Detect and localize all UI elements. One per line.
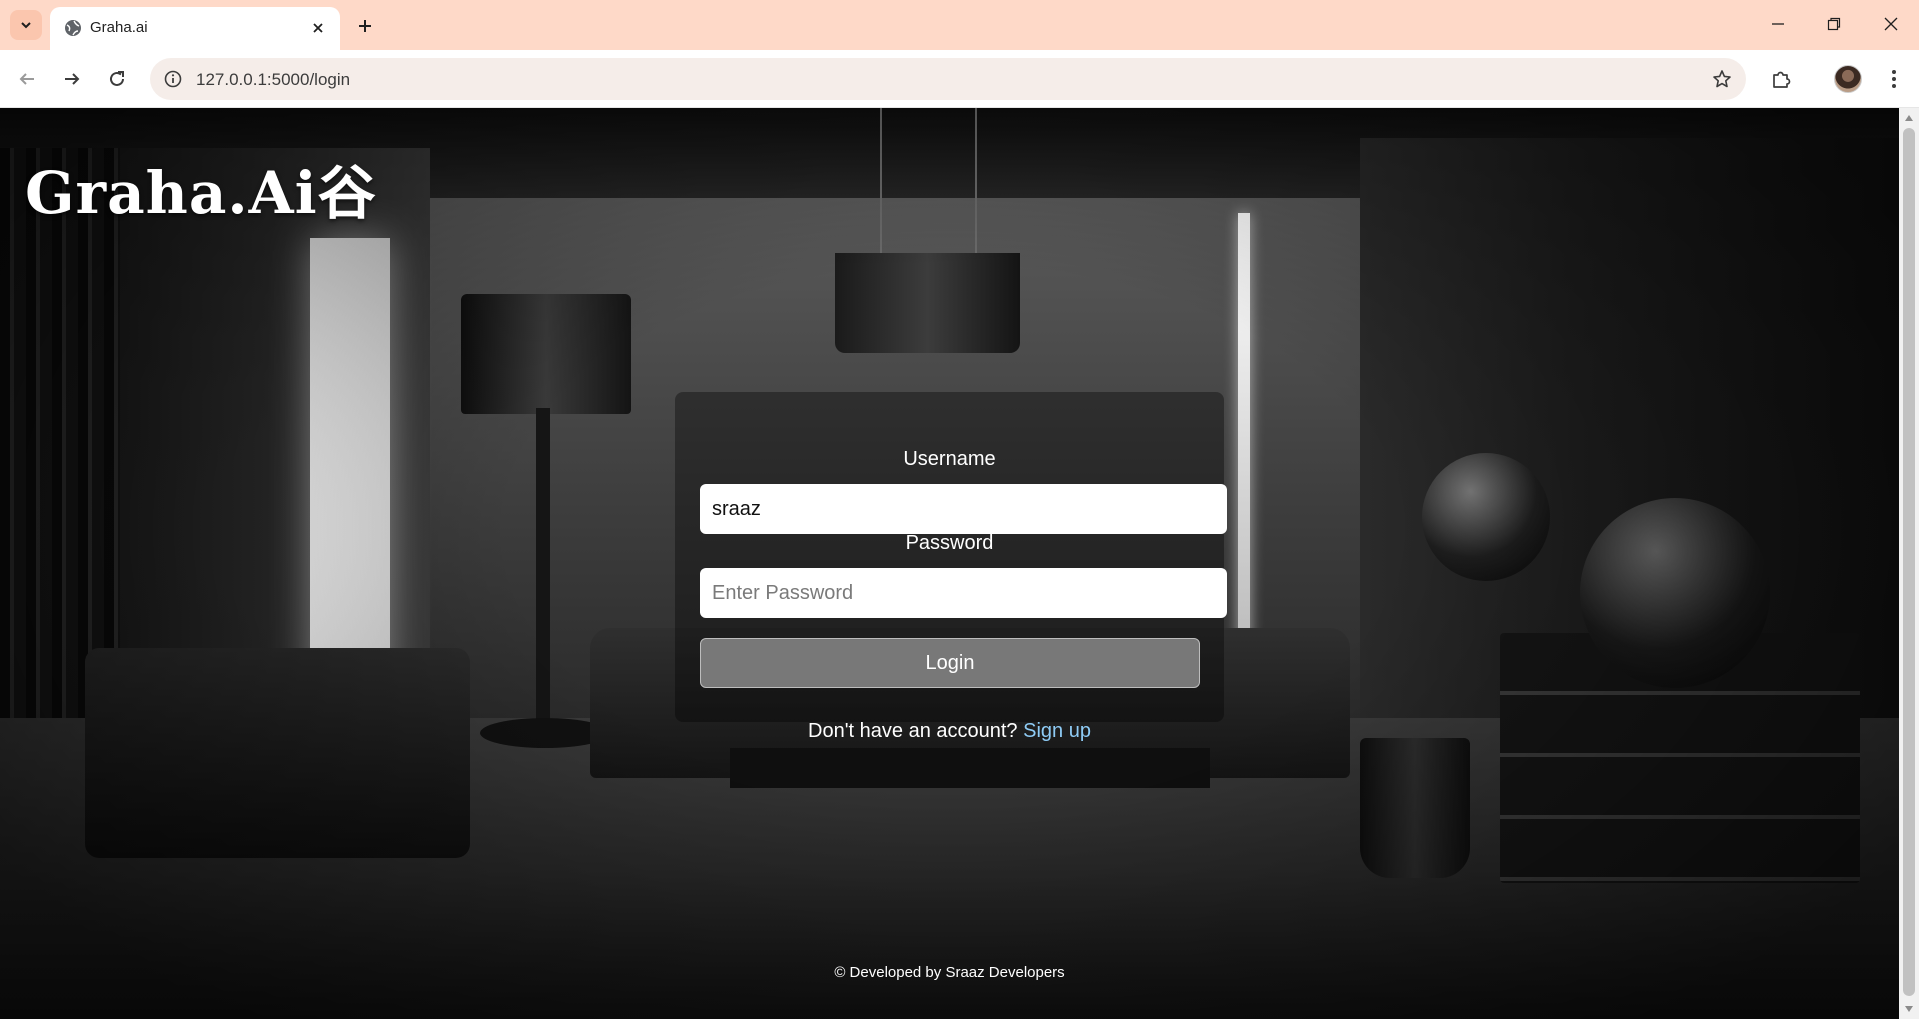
minimize-button[interactable] bbox=[1758, 8, 1798, 40]
tab-search-button[interactable] bbox=[10, 10, 42, 40]
arrow-left-icon bbox=[19, 73, 34, 85]
star-icon bbox=[1713, 70, 1731, 88]
signup-prompt-text: Don't have an account? bbox=[808, 720, 1018, 742]
close-icon bbox=[313, 23, 323, 33]
browser-menu-button[interactable] bbox=[1878, 63, 1910, 95]
scroll-up-button[interactable] bbox=[1899, 108, 1919, 128]
close-icon bbox=[1884, 17, 1898, 31]
username-label: Username bbox=[903, 448, 996, 470]
site-info-button[interactable] bbox=[162, 68, 184, 90]
browser-tab-strip: Graha.ai bbox=[0, 0, 1919, 50]
password-label: Password bbox=[905, 532, 994, 554]
signup-prompt-row: Don't have an account? Sign up bbox=[0, 720, 1899, 743]
address-bar[interactable]: 127.0.0.1:5000/login bbox=[150, 58, 1746, 100]
kebab-menu-icon bbox=[1892, 70, 1896, 88]
reload-icon bbox=[110, 71, 124, 86]
password-input[interactable] bbox=[700, 568, 1227, 618]
restore-button[interactable] bbox=[1814, 8, 1854, 40]
bookmark-button[interactable] bbox=[1710, 67, 1734, 91]
extensions-button[interactable] bbox=[1765, 63, 1797, 95]
username-input[interactable] bbox=[700, 484, 1227, 534]
profile-avatar[interactable] bbox=[1834, 65, 1862, 93]
triangle-up-icon bbox=[1905, 115, 1913, 121]
page-viewport: Graha.Ai谷 Username Password Login Don't … bbox=[0, 108, 1899, 1019]
back-button[interactable] bbox=[11, 63, 43, 95]
tab-close-button[interactable] bbox=[308, 18, 328, 38]
url-text: 127.0.0.1:5000/login bbox=[196, 70, 351, 89]
footer-credit: © Developed by Sraaz Developers bbox=[834, 964, 1065, 981]
globe-icon bbox=[65, 20, 81, 36]
scrollbar-thumb[interactable] bbox=[1903, 128, 1915, 996]
chevron-down-icon bbox=[21, 22, 31, 29]
plus-icon bbox=[359, 20, 371, 32]
reload-button[interactable] bbox=[101, 63, 133, 95]
close-window-button[interactable] bbox=[1871, 8, 1911, 40]
brand-logo[interactable]: Graha.Ai谷 bbox=[25, 146, 377, 230]
forward-button[interactable] bbox=[56, 63, 88, 95]
restore-icon bbox=[1827, 17, 1841, 31]
login-button[interactable]: Login bbox=[700, 638, 1200, 688]
new-tab-button[interactable] bbox=[352, 13, 378, 39]
scroll-down-button[interactable] bbox=[1899, 999, 1919, 1019]
tab-title: Graha.ai bbox=[90, 19, 148, 36]
browser-tab-active[interactable]: Graha.ai bbox=[50, 7, 340, 50]
info-icon bbox=[164, 70, 182, 88]
page-scrollbar[interactable] bbox=[1899, 108, 1919, 1019]
arrow-right-icon bbox=[65, 73, 80, 85]
puzzle-icon bbox=[1773, 71, 1791, 88]
minimize-icon bbox=[1772, 23, 1784, 25]
signup-link[interactable]: Sign up bbox=[1023, 720, 1091, 742]
triangle-down-icon bbox=[1905, 1006, 1913, 1012]
browser-toolbar: 127.0.0.1:5000/login bbox=[0, 50, 1919, 108]
